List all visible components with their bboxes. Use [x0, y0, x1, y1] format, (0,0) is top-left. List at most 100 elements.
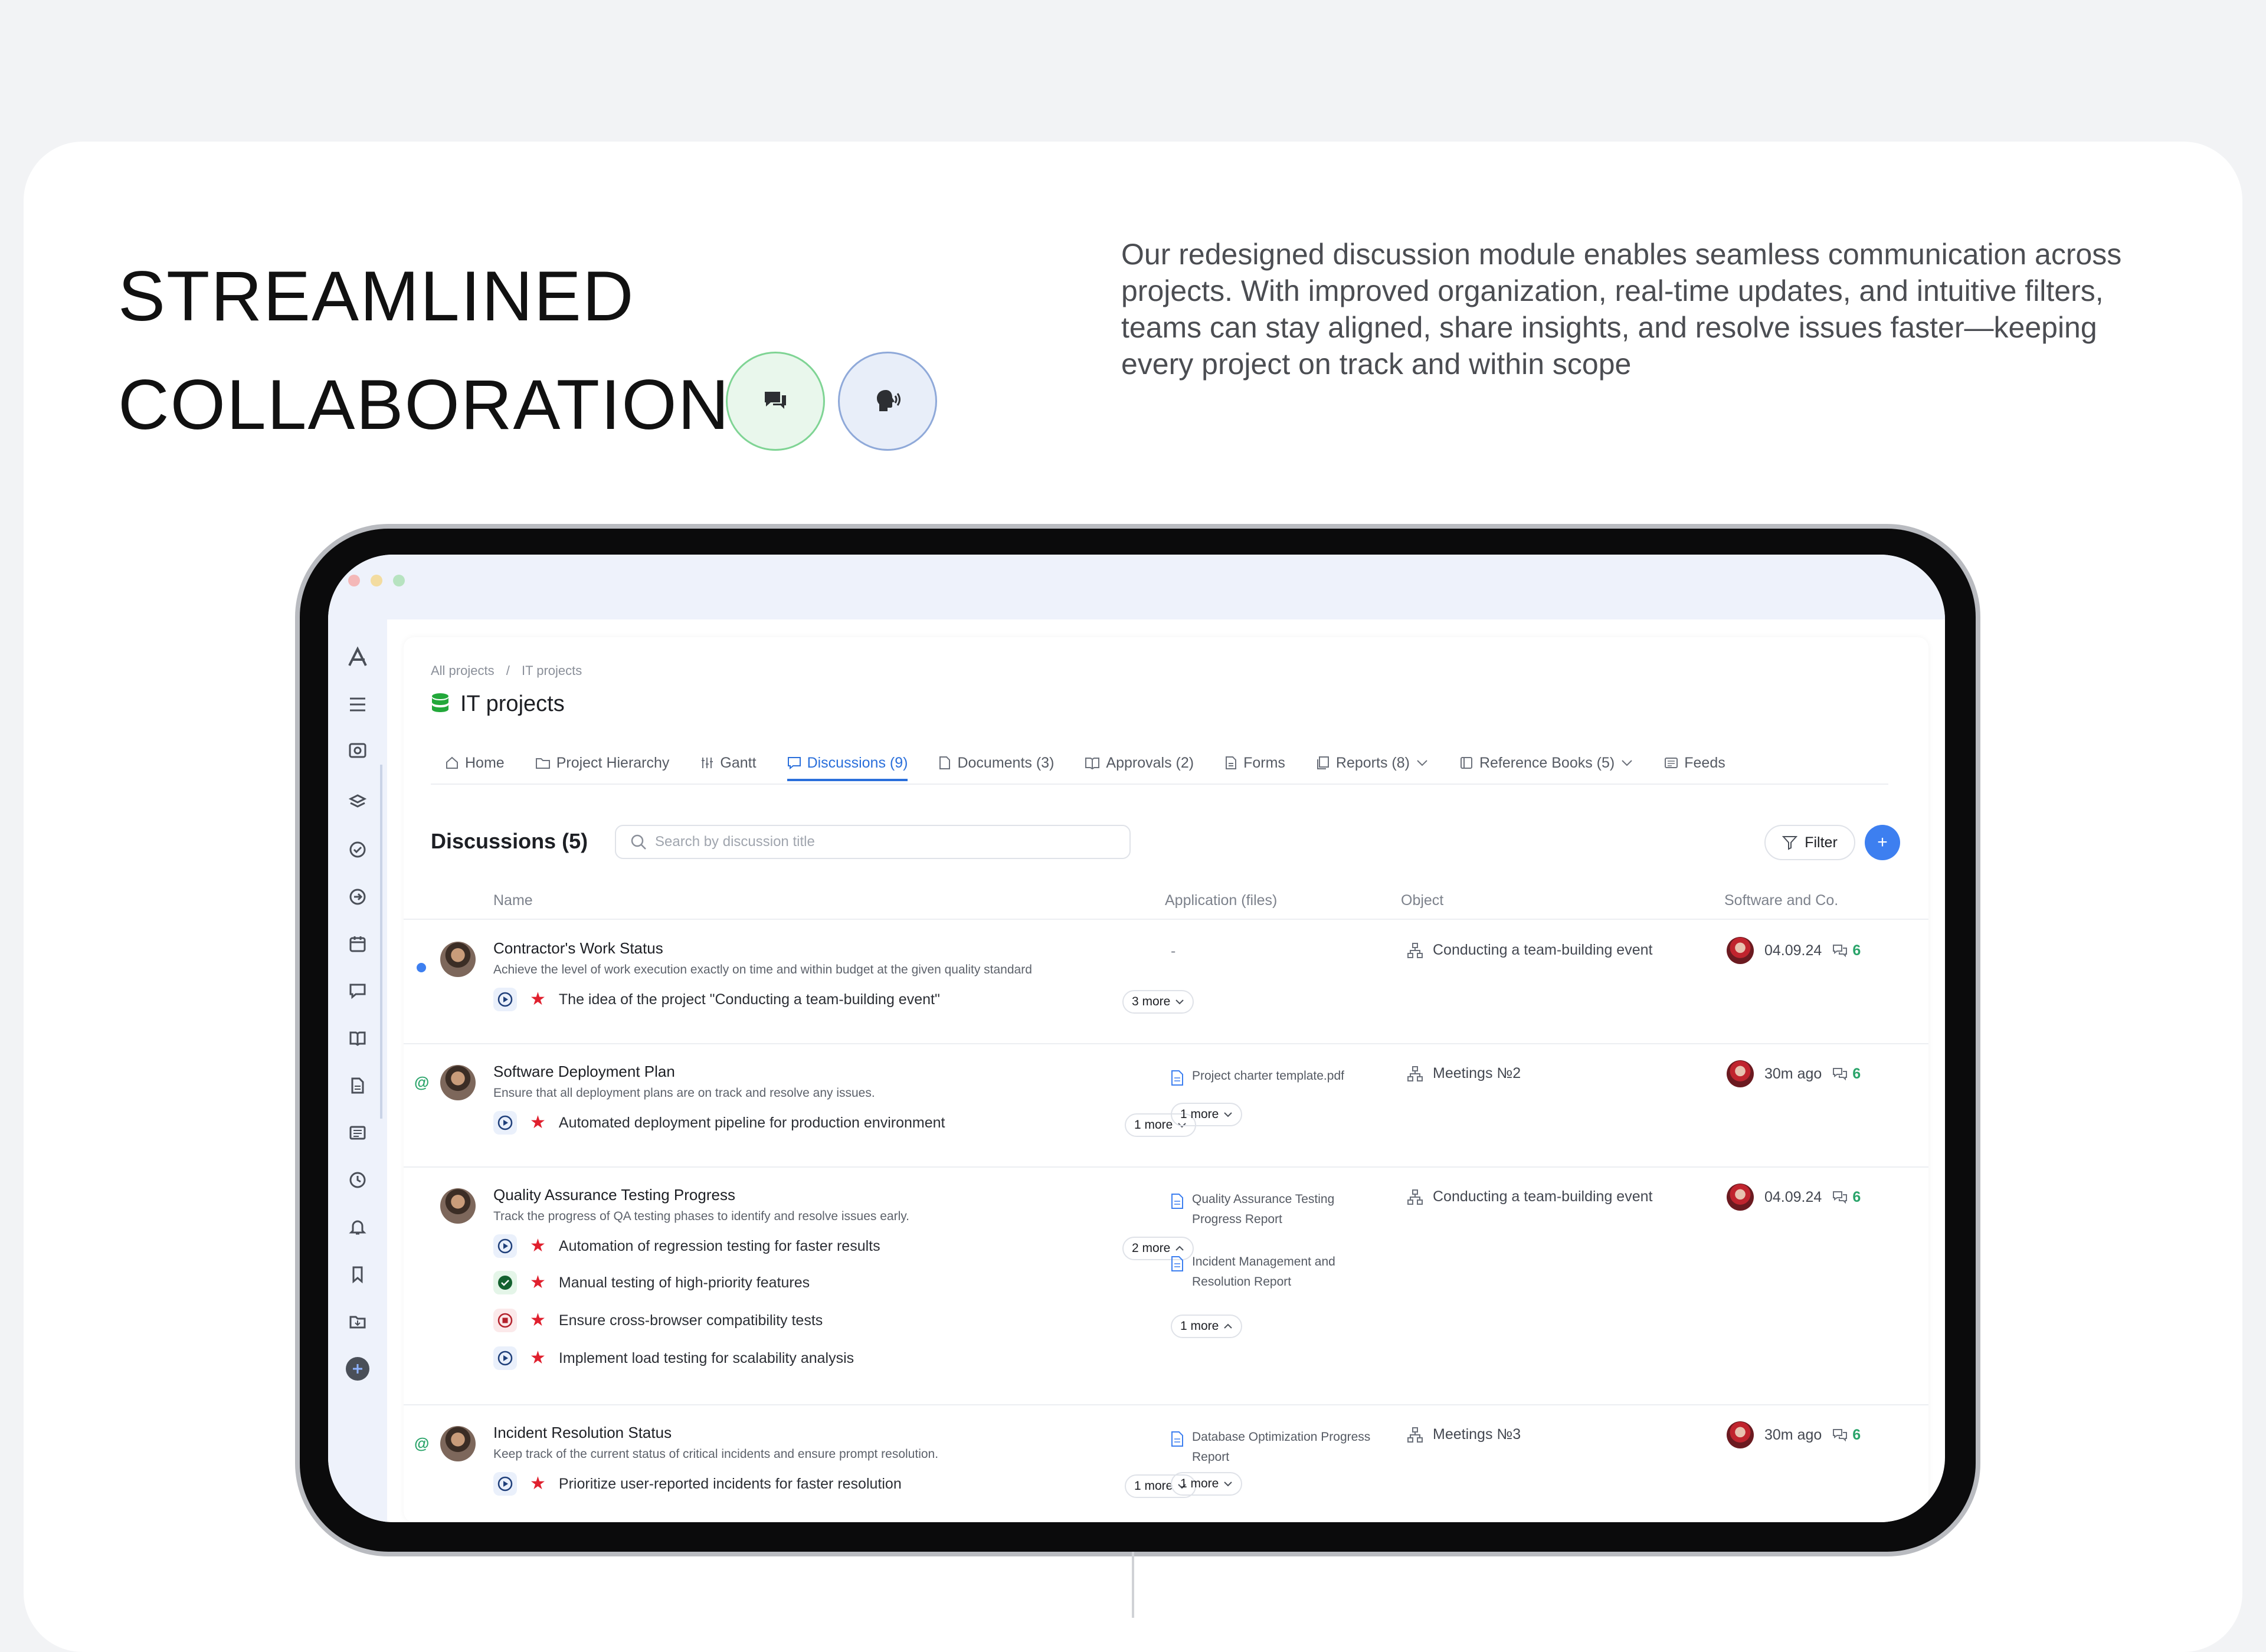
- news-icon[interactable]: [343, 1119, 372, 1147]
- tab-documents[interactable]: Documents (3): [938, 748, 1054, 778]
- discussion-description: Achieve the level of work execution exac…: [493, 963, 1032, 976]
- file-attachment[interactable]: Project charter template.pdf: [1171, 1066, 1395, 1086]
- timestamp: 04.09.24: [1764, 942, 1822, 959]
- comment-count[interactable]: 6: [1832, 1427, 1861, 1444]
- discussion-name[interactable]: Quality Assurance Testing Progress: [493, 1186, 735, 1204]
- filter-button[interactable]: Filter: [1764, 825, 1855, 860]
- search-screen-icon[interactable]: [343, 738, 372, 766]
- tab-feeds[interactable]: Feeds: [1664, 748, 1725, 778]
- comments-icon: [1833, 1068, 1848, 1081]
- play-status-icon: [493, 1472, 517, 1496]
- book-icon[interactable]: [343, 1024, 372, 1053]
- task-item[interactable]: ★ Implement load testing for scalability…: [493, 1346, 854, 1370]
- layers-icon[interactable]: [343, 788, 372, 817]
- download-folder-icon[interactable]: [343, 1307, 372, 1336]
- breadcrumb-root[interactable]: All projects: [431, 663, 495, 678]
- discussion-name[interactable]: Software Deployment Plan: [493, 1063, 675, 1081]
- object-cell[interactable]: Meetings №3: [1407, 1426, 1521, 1443]
- arrow-circle-icon[interactable]: [343, 883, 372, 911]
- tab-project-hierarchy[interactable]: Project Hierarchy: [535, 748, 669, 778]
- file-attachment[interactable]: Quality Assurance Testing Progress Repor…: [1171, 1189, 1395, 1230]
- breadcrumb-current[interactable]: IT projects: [522, 663, 582, 678]
- home-icon: [446, 756, 458, 769]
- bell-icon[interactable]: [343, 1213, 372, 1241]
- object-cell[interactable]: Meetings №2: [1407, 1065, 1521, 1082]
- bookmark-icon[interactable]: [343, 1260, 372, 1289]
- tab-gantt[interactable]: Gantt: [700, 748, 757, 778]
- document-icon[interactable]: [343, 1071, 372, 1100]
- check-circle-icon[interactable]: [343, 835, 372, 864]
- hierarchy-icon: [1407, 1066, 1423, 1081]
- star-icon: ★: [530, 1310, 546, 1330]
- form-icon: [1226, 756, 1237, 769]
- add-discussion-button[interactable]: +: [1865, 825, 1900, 860]
- file-attachment[interactable]: Incident Management and Resolution Repor…: [1171, 1252, 1395, 1292]
- task-item[interactable]: ★ Automation of regression testing for f…: [493, 1234, 880, 1258]
- task-item[interactable]: ★ Automated deployment pipeline for prod…: [493, 1111, 945, 1135]
- task-item[interactable]: ★ Manual testing of high-priority featur…: [493, 1271, 810, 1294]
- discussion-name[interactable]: Contractor's Work Status: [493, 939, 663, 958]
- file-name: Quality Assurance Testing Progress Repor…: [1192, 1192, 1335, 1226]
- hierarchy-icon: [1407, 942, 1423, 958]
- hero-title-line1: STREAMLINED: [118, 257, 635, 336]
- meta-cell: 30m ago 6: [1727, 1060, 1861, 1087]
- tab-divider: [431, 784, 1888, 785]
- chat-icon: [787, 757, 801, 770]
- comment-count[interactable]: 6: [1832, 1066, 1861, 1083]
- avatar: [440, 942, 476, 977]
- close-window-icon[interactable]: [348, 575, 360, 586]
- files-more-toggle[interactable]: 1 more: [1171, 1472, 1243, 1496]
- task-item[interactable]: ★ Prioritize user-reported incidents for…: [493, 1472, 902, 1496]
- task-item[interactable]: ★ Ensure cross-browser compatibility tes…: [493, 1309, 823, 1332]
- menu-icon[interactable]: [343, 690, 372, 719]
- task-item[interactable]: ★ The idea of the project "Conducting a …: [493, 988, 940, 1011]
- window-titlebar: [328, 555, 1945, 620]
- search-input[interactable]: Search by discussion title: [615, 825, 1131, 859]
- chevron-up-icon: [1224, 1323, 1233, 1329]
- calendar-icon[interactable]: [343, 930, 372, 958]
- discussion-name[interactable]: Incident Resolution Status: [493, 1424, 672, 1442]
- filter-icon: [1782, 836, 1798, 850]
- column-header-application[interactable]: Application (files): [1165, 892, 1277, 909]
- speaking-head-icon: [838, 352, 937, 451]
- object-cell[interactable]: Conducting a team-building event: [1407, 942, 1652, 959]
- file-attachment[interactable]: Database Optimization Progress Report: [1171, 1427, 1395, 1467]
- comment-count[interactable]: 6: [1832, 942, 1861, 959]
- minimize-window-icon[interactable]: [371, 575, 382, 586]
- add-circle-icon[interactable]: [343, 1355, 372, 1383]
- app-logo-icon[interactable]: [343, 643, 372, 671]
- tab-reports[interactable]: Reports (8): [1316, 748, 1429, 778]
- object-label: Conducting a team-building event: [1433, 942, 1653, 958]
- tab-label: Approvals (2): [1106, 754, 1194, 771]
- done-status-icon: [493, 1271, 517, 1294]
- avatar: [1727, 1060, 1754, 1087]
- column-header-object[interactable]: Object: [1401, 892, 1443, 909]
- object-cell[interactable]: Conducting a team-building event: [1407, 1188, 1652, 1205]
- tab-forms[interactable]: Forms: [1224, 748, 1285, 778]
- column-header-software[interactable]: Software and Co.: [1724, 892, 1838, 909]
- files-more-toggle[interactable]: 1 more: [1171, 1315, 1243, 1338]
- search-placeholder: Search by discussion title: [655, 834, 815, 850]
- file-icon: [1171, 1256, 1183, 1271]
- chat-icon[interactable]: [343, 977, 372, 1005]
- tab-approvals[interactable]: Approvals (2): [1085, 748, 1194, 778]
- timestamp: 30m ago: [1764, 1426, 1822, 1443]
- search-icon: [631, 834, 646, 850]
- maximize-window-icon[interactable]: [393, 575, 405, 586]
- files-more-toggle[interactable]: 1 more: [1171, 1103, 1243, 1126]
- tab-reference-books[interactable]: Reference Books (5): [1459, 748, 1633, 778]
- discussion-description: Ensure that all deployment plans are on …: [493, 1086, 875, 1100]
- column-header-name[interactable]: Name: [493, 892, 533, 909]
- avatar: [440, 1426, 476, 1461]
- clock-icon[interactable]: [343, 1166, 372, 1194]
- tab-label: Reports (8): [1335, 754, 1410, 771]
- tab-home[interactable]: Home: [445, 748, 505, 778]
- task-text: Ensure cross-browser compatibility tests: [558, 1312, 823, 1329]
- tasks-more-toggle[interactable]: 3 more: [1122, 990, 1194, 1014]
- tab-discussions[interactable]: Discussions (9): [787, 748, 908, 781]
- files-empty: -: [1171, 943, 1176, 959]
- header-divider: [404, 919, 1928, 920]
- discussion-description: Keep track of the current status of crit…: [493, 1447, 939, 1461]
- chevron-down-icon: [1417, 760, 1427, 766]
- comment-count[interactable]: 6: [1832, 1189, 1861, 1206]
